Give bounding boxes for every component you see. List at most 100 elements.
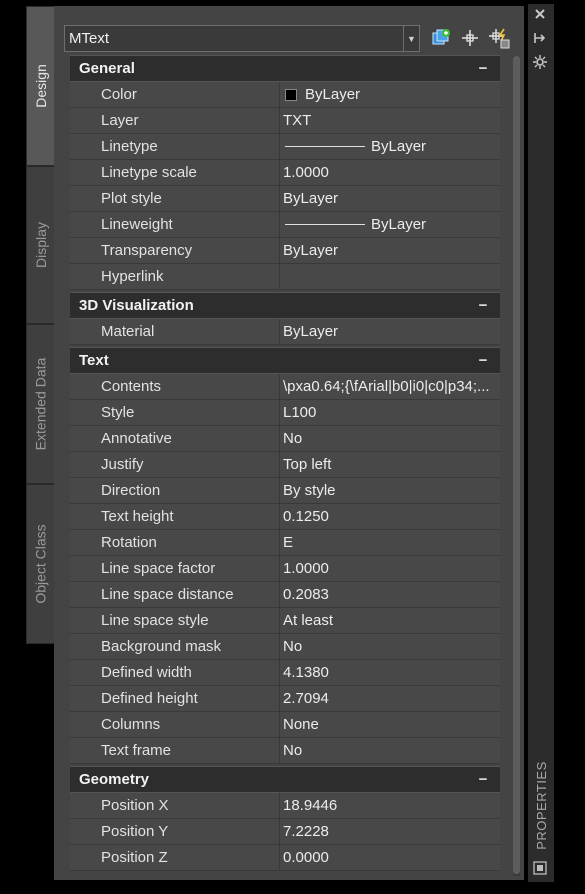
property-value[interactable]: TXT xyxy=(280,108,500,133)
property-row[interactable]: Defined height 2.7094 xyxy=(70,686,500,712)
row-gutter xyxy=(70,134,92,159)
toggle-pickadd-icon[interactable] xyxy=(430,27,452,49)
property-value[interactable]: ByLayer xyxy=(280,186,500,211)
property-value[interactable]: By style xyxy=(280,478,500,503)
collapse-icon[interactable]: − xyxy=(476,352,490,369)
property-row[interactable]: Transparency ByLayer xyxy=(70,238,500,264)
section-title: Text xyxy=(79,352,109,369)
section-header-general[interactable]: General − xyxy=(70,55,500,82)
property-row[interactable]: Lineweight ByLayer xyxy=(70,212,500,238)
property-row[interactable]: Linetype scale 1.0000 xyxy=(70,160,500,186)
scrollbar-thumb[interactable] xyxy=(513,56,520,874)
select-objects-icon[interactable] xyxy=(459,27,481,49)
collapse-icon[interactable]: − xyxy=(476,60,490,77)
property-row[interactable]: Color ByLayer xyxy=(70,82,500,108)
row-gutter xyxy=(70,582,92,607)
property-row[interactable]: Line space style At least xyxy=(70,608,500,634)
property-value[interactable]: 2.7094 xyxy=(280,686,500,711)
quick-select-icon[interactable] xyxy=(488,27,510,49)
property-value[interactable]: ByLayer xyxy=(280,134,500,159)
property-value[interactable]: Top left xyxy=(280,452,500,477)
tab-object-class[interactable]: Object Class xyxy=(26,484,54,644)
property-value[interactable] xyxy=(280,264,500,289)
tab-display[interactable]: Display xyxy=(26,166,54,324)
property-value[interactable]: ByLayer xyxy=(280,319,500,344)
property-value-text: 2.7094 xyxy=(283,690,329,707)
property-value[interactable]: E xyxy=(280,530,500,555)
property-value[interactable]: None xyxy=(280,712,500,737)
property-value-text: 4.1380 xyxy=(283,664,329,681)
property-name: Lineweight xyxy=(92,212,280,237)
row-gutter xyxy=(70,504,92,529)
property-value[interactable]: 4.1380 xyxy=(280,660,500,685)
property-name: Columns xyxy=(92,712,280,737)
collapse-icon[interactable]: − xyxy=(476,771,490,788)
property-row[interactable]: Columns None xyxy=(70,712,500,738)
property-value-text: \pxa0.64;{\fArial|b0|i0|c0|p34;... xyxy=(283,378,490,395)
property-row[interactable]: Text frame No xyxy=(70,738,500,764)
property-value-text: ByLayer xyxy=(371,138,427,155)
palette-title-bar[interactable] xyxy=(528,4,554,882)
property-row[interactable]: Layer TXT xyxy=(70,108,500,134)
property-value[interactable]: ByLayer xyxy=(280,212,500,237)
property-value[interactable]: L100 xyxy=(280,400,500,425)
properties-menu-icon[interactable] xyxy=(528,52,552,72)
palette-options-icon[interactable] xyxy=(528,858,552,878)
property-row[interactable]: Background mask No xyxy=(70,634,500,660)
section-title: Geometry xyxy=(79,771,150,788)
section-header-geometry[interactable]: Geometry − xyxy=(70,766,500,793)
property-row[interactable]: Linetype ByLayer xyxy=(70,134,500,160)
property-row[interactable]: Hyperlink xyxy=(70,264,500,290)
property-value[interactable]: At least xyxy=(280,608,500,633)
property-value[interactable]: No xyxy=(280,634,500,659)
property-row[interactable]: Plot style ByLayer xyxy=(70,186,500,212)
property-value[interactable]: No xyxy=(280,426,500,451)
property-value[interactable]: ByLayer xyxy=(280,238,500,263)
property-name: Linetype xyxy=(92,134,280,159)
row-gutter xyxy=(70,530,92,555)
property-row[interactable]: Position Z 0.0000 xyxy=(70,845,500,871)
property-value[interactable]: 0.2083 xyxy=(280,582,500,607)
property-row[interactable]: Position Y 7.2228 xyxy=(70,819,500,845)
property-value[interactable]: ByLayer xyxy=(280,82,500,107)
property-value[interactable]: 7.2228 xyxy=(280,819,500,844)
tab-object-class-label: Object Class xyxy=(32,524,49,604)
property-row[interactable]: Style L100 xyxy=(70,400,500,426)
property-name: Line space factor xyxy=(92,556,280,581)
tab-design[interactable]: Design xyxy=(26,6,54,166)
property-value[interactable]: 18.9446 xyxy=(280,793,500,818)
row-gutter xyxy=(70,319,92,344)
property-value[interactable]: No xyxy=(280,738,500,763)
property-row[interactable]: Annotative No xyxy=(70,426,500,452)
property-name: Position X xyxy=(92,793,280,818)
property-value[interactable]: \pxa0.64;{\fArial|b0|i0|c0|p34;... xyxy=(280,374,500,399)
property-row[interactable]: Text height 0.1250 xyxy=(70,504,500,530)
property-row[interactable]: Material ByLayer xyxy=(70,319,500,345)
close-icon[interactable] xyxy=(528,4,552,24)
property-row[interactable]: Position X 18.9446 xyxy=(70,793,500,819)
property-value-text: L100 xyxy=(283,404,317,421)
property-name: Line space style xyxy=(92,608,280,633)
property-value[interactable]: 1.0000 xyxy=(280,556,500,581)
collapse-icon[interactable]: − xyxy=(476,297,490,314)
auto-hide-icon[interactable] xyxy=(528,28,552,48)
section-header-3d-visualization[interactable]: 3D Visualization − xyxy=(70,292,500,319)
property-row[interactable]: Direction By style xyxy=(70,478,500,504)
property-row[interactable]: Justify Top left xyxy=(70,452,500,478)
row-gutter xyxy=(70,452,92,477)
property-value[interactable]: 0.0000 xyxy=(280,845,500,870)
property-value[interactable]: 1.0000 xyxy=(280,160,500,185)
property-row[interactable]: Line space distance 0.2083 xyxy=(70,582,500,608)
chevron-down-icon[interactable]: ▼ xyxy=(403,26,419,51)
property-value[interactable]: 0.1250 xyxy=(280,504,500,529)
property-value-text: 0.0000 xyxy=(283,849,329,866)
property-row[interactable]: Contents \pxa0.64;{\fArial|b0|i0|c0|p34;.… xyxy=(70,374,500,400)
property-name: Defined height xyxy=(92,686,280,711)
section-header-text[interactable]: Text − xyxy=(70,347,500,374)
object-type-dropdown[interactable]: MText ▼ xyxy=(64,25,420,52)
property-row[interactable]: Line space factor 1.0000 xyxy=(70,556,500,582)
property-row[interactable]: Rotation E xyxy=(70,530,500,556)
tab-extended-data[interactable]: Extended Data xyxy=(26,324,54,484)
property-row[interactable]: Defined width 4.1380 xyxy=(70,660,500,686)
property-value-text: E xyxy=(283,534,294,551)
